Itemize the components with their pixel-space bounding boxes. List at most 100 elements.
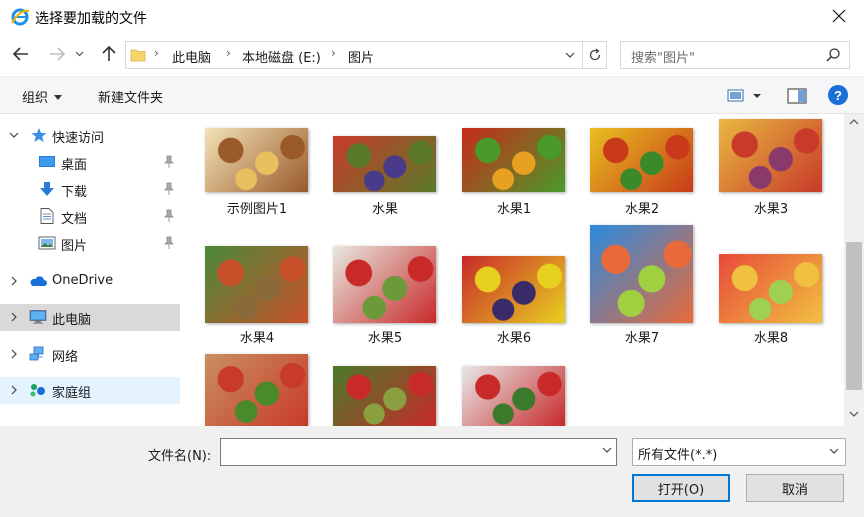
file-name-label[interactable]: 水果5 [325,327,445,346]
file-name-label[interactable]: 水果7 [582,327,702,346]
file-name-label[interactable]: 水果6 [454,327,574,346]
organize-menu[interactable]: 组织 [22,87,63,106]
window-title: 选择要加载的文件 [35,11,147,27]
sidebar-item-onedrive[interactable]: OneDrive [0,268,180,295]
file-thumbnail[interactable] [590,128,693,192]
pin-icon [164,209,174,222]
file-thumbnail[interactable] [333,246,436,323]
pin-icon [164,155,174,168]
sidebar-item-desktop[interactable]: 桌面 [0,149,180,176]
organize-label: 组织 [22,91,49,106]
open-button[interactable]: 打开(O) [632,474,730,502]
filename-label: 文件名(N): [148,449,212,464]
sidebar-item-pictures[interactable]: 图片 [0,230,180,257]
file-list-view: 示例图片1 水果 水果1 水果2 水果3 水果4 水果5 水果6 水果7 水果8 [181,114,844,426]
sidebar-item-homegroup[interactable]: 家庭组 [0,377,180,404]
breadcrumb-pictures[interactable]: 图片 [348,47,374,66]
breadcrumb-separator: › [226,46,231,60]
sidebar-item-label: 快速访问 [52,131,105,146]
cloud-icon [30,276,47,286]
address-bar[interactable]: › 此电脑 › 本地磁盘 (E:) › 图片 [125,41,607,69]
back-button[interactable] [10,43,32,65]
sidebar-item-label: OneDrive [52,273,114,288]
close-button[interactable] [822,3,856,29]
chevron-right-icon[interactable] [9,312,19,322]
file-thumbnail[interactable] [205,354,308,426]
sidebar-item-network[interactable]: 网络 [0,341,180,368]
refresh-icon [589,48,600,61]
file-thumbnail[interactable] [462,128,565,192]
chevron-right-icon[interactable] [9,385,19,395]
file-name-label[interactable]: 示例图片1 [197,198,317,217]
navigation-pane: 快速访问 桌面 下载 文档 图片 OneDrive 此电脑 网络 家庭组 [0,114,180,426]
navigation-bar: › 此电脑 › 本地磁盘 (E:) › 图片 搜索"图片" [0,34,864,76]
scrollbar-thumb[interactable] [846,242,862,390]
sidebar-item-label: 桌面 [61,158,88,173]
file-thumbnail[interactable] [719,119,822,192]
breadcrumb-local-disk[interactable]: 本地磁盘 (E:) [242,47,321,66]
desktop-icon [39,156,55,167]
cancel-button[interactable]: 取消 [746,474,844,502]
preview-pane-icon[interactable] [786,86,808,106]
search-box[interactable]: 搜索"图片" [620,41,850,69]
vertical-scrollbar[interactable] [844,114,864,426]
file-name-label[interactable]: 水果2 [582,198,702,217]
sidebar-item-this-pc[interactable]: 此电脑 [0,304,180,331]
file-thumbnail[interactable] [205,246,308,323]
breadcrumb-separator: › [154,46,159,60]
file-dialog-footer: 文件名(N): 所有文件(*.*) 打开(O) 取消 [0,426,864,517]
document-icon [40,208,54,224]
file-name-label[interactable]: 水果 [325,198,445,217]
chevron-right-icon[interactable] [9,276,19,286]
file-thumbnail[interactable] [333,366,436,426]
chevron-right-icon[interactable] [9,349,19,359]
sidebar-item-label: 网络 [52,350,79,365]
folder-icon [130,49,146,62]
breadcrumb-separator: › [331,46,336,60]
help-icon[interactable]: ? [828,85,848,105]
up-button[interactable] [98,43,120,65]
title-bar: 选择要加载的文件 [0,0,864,34]
sidebar-item-documents[interactable]: 文档 [0,203,180,230]
sidebar-item-label: 此电脑 [52,313,92,328]
filename-field[interactable] [220,438,617,466]
arrow-left-icon [13,47,28,61]
file-name-label[interactable]: 水果4 [197,327,317,346]
sidebar-item-label: 下载 [61,185,88,200]
sidebar-item-quick-access[interactable]: 快速访问 [0,122,180,149]
view-dropdown-icon[interactable] [750,86,764,106]
homegroup-icon [30,384,45,397]
network-icon [29,346,44,361]
sidebar-item-label: 图片 [61,239,88,254]
file-thumbnail[interactable] [205,128,308,192]
sidebar-item-label: 文档 [61,212,88,227]
recent-locations-button[interactable] [72,43,86,65]
pin-icon [164,182,174,195]
file-thumbnail[interactable] [333,136,436,192]
chevron-down-icon [829,448,839,454]
breadcrumb-this-pc[interactable]: 此电脑 [172,47,211,66]
file-thumbnail[interactable] [590,225,693,323]
chevron-down-icon [75,51,83,57]
file-thumbnail[interactable] [462,366,565,426]
sidebar-item-downloads[interactable]: 下载 [0,176,180,203]
file-type-select[interactable]: 所有文件(*.*) [632,438,846,466]
file-name-label[interactable]: 水果8 [711,327,831,346]
pin-icon [164,236,174,249]
file-name-label[interactable]: 水果3 [711,198,831,217]
file-thumbnail[interactable] [462,256,565,323]
forward-button[interactable] [46,43,68,65]
refresh-button[interactable] [582,42,606,68]
search-icon[interactable] [825,47,841,63]
file-name-label[interactable]: 水果1 [454,198,574,217]
sidebar-item-label: 家庭组 [52,386,92,401]
computer-icon [29,310,47,324]
address-history-button[interactable] [560,42,580,68]
chevron-down-icon[interactable] [9,130,19,140]
view-options-icon[interactable] [726,86,748,106]
file-thumbnail[interactable] [719,254,822,323]
new-folder-button[interactable]: 新建文件夹 [98,87,163,106]
scroll-up-icon[interactable] [848,118,860,126]
scroll-down-icon[interactable] [848,410,860,418]
chevron-down-icon[interactable] [602,447,612,454]
